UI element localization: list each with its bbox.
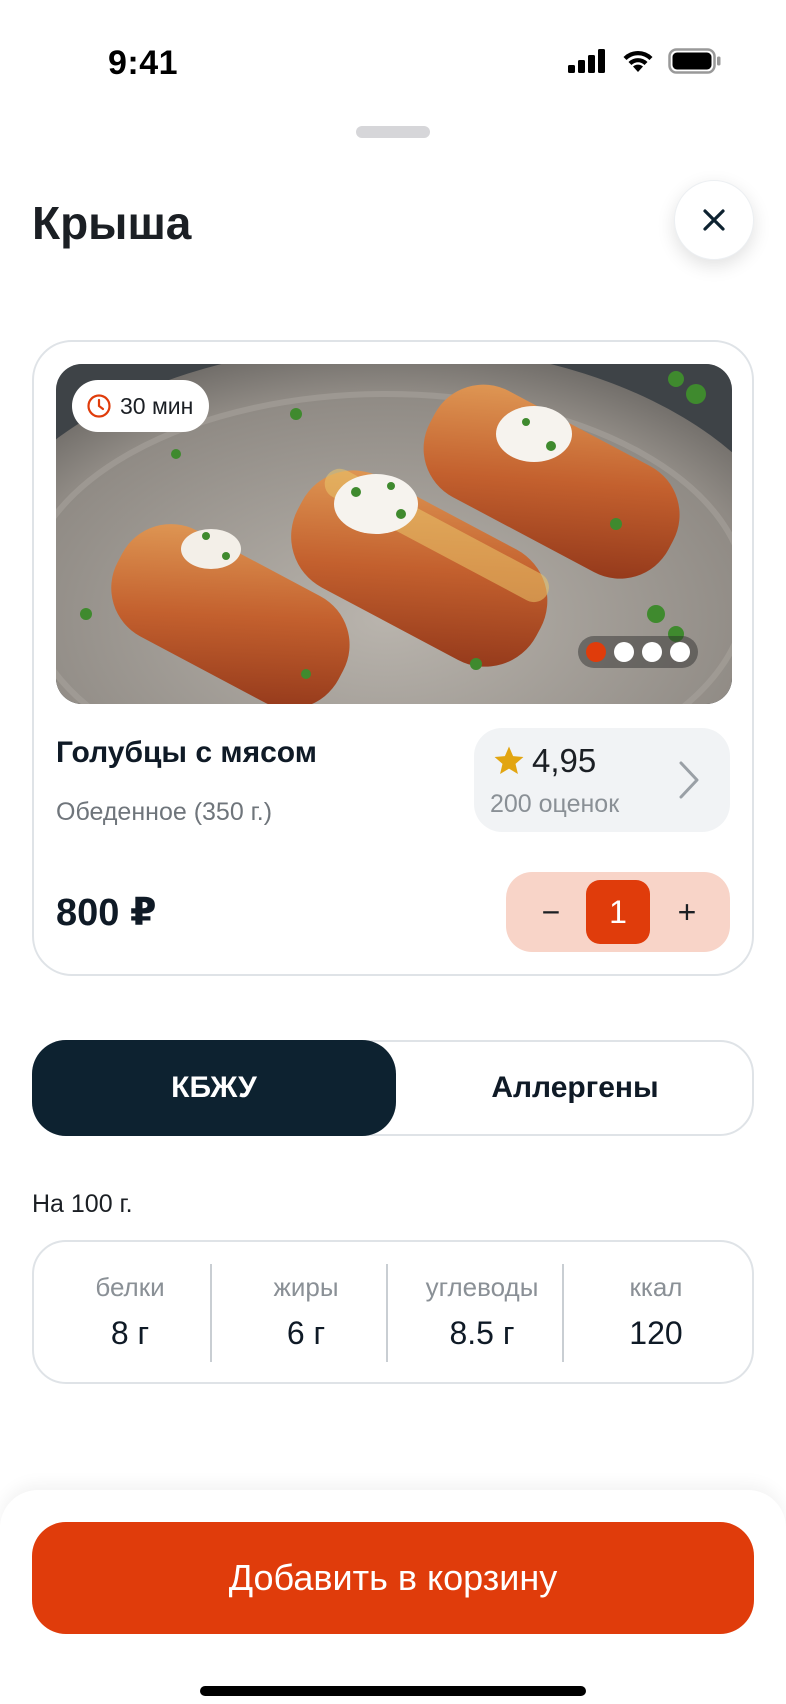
status-icons: [568, 48, 722, 74]
nutrition-label: ккал: [629, 1272, 683, 1302]
divider: [562, 1264, 564, 1362]
dish-name: Голубцы с мясом: [56, 736, 317, 769]
quantity-value: 1: [586, 880, 650, 944]
wifi-icon: [623, 50, 653, 72]
rating-value: 4,95: [532, 742, 597, 779]
nutrition-value: 120: [629, 1315, 683, 1351]
nutrition-label: белки: [95, 1272, 165, 1302]
tab-kbzhu[interactable]: КБЖУ: [32, 1040, 396, 1136]
rating-button[interactable]: 4,95 200 оценок: [474, 728, 730, 832]
bottom-panel: Добавить в корзину: [0, 1490, 786, 1704]
pagination-dot[interactable]: [614, 642, 634, 662]
add-to-cart-button[interactable]: Добавить в корзину: [32, 1522, 754, 1634]
cellular-signal-icon: [568, 49, 605, 73]
nutrition-kcal: ккал 120: [568, 1242, 744, 1382]
nutrition-value: 8.5 г: [449, 1315, 515, 1351]
nutrition-fat: жиры 6 г: [218, 1242, 394, 1382]
tab-allergens[interactable]: Аллергены: [394, 1040, 756, 1136]
pagination-dot[interactable]: [670, 642, 690, 662]
product-card: 30 мин Голубцы с мясом Обеденное (350 г.…: [32, 340, 754, 976]
clock-icon: [87, 394, 111, 418]
nutrition-value: 8 г: [110, 1315, 150, 1351]
close-icon: [703, 209, 725, 231]
nutrition-label: жиры: [273, 1272, 339, 1302]
quantity-stepper: − 1 +: [506, 872, 730, 952]
nutrition-carbs: углеводы 8.5 г: [394, 1242, 570, 1382]
battery-icon: [668, 48, 721, 74]
status-bar: 9:41: [0, 0, 786, 130]
status-time: 9:41: [108, 44, 179, 82]
cooking-time-badge: 30 мин: [72, 380, 210, 432]
pagination-dot[interactable]: [642, 642, 662, 662]
close-button[interactable]: [674, 180, 754, 260]
rating-value-row: 4,95: [492, 742, 596, 780]
chevron-right-icon: [679, 761, 699, 799]
divider: [386, 1264, 388, 1362]
nutrition-protein: белки 8 г: [42, 1242, 218, 1382]
nutrition-label: углеводы: [425, 1272, 539, 1302]
rating-count: 200 оценок: [490, 790, 620, 818]
photo-pagination[interactable]: [578, 636, 698, 668]
nutrition-table: белки 8 г жиры 6 г углеводы 8.5 г ккал 1…: [32, 1240, 754, 1384]
pagination-dot[interactable]: [586, 642, 606, 662]
nutrition-caption: На 100 г.: [32, 1190, 133, 1218]
product-photo[interactable]: 30 мин: [56, 364, 732, 704]
nutrition-value: 6 г: [286, 1315, 326, 1351]
star-icon: [494, 746, 524, 775]
increase-button[interactable]: +: [662, 872, 712, 952]
price: 800 ₽: [56, 892, 157, 934]
cooking-time-text: 30 мин: [120, 392, 194, 419]
sheet-grabber[interactable]: [356, 126, 430, 138]
info-tabs: КБЖУ Аллергены: [32, 1040, 754, 1136]
decrease-button[interactable]: −: [526, 872, 576, 952]
dish-portion: Обеденное (350 г.): [56, 798, 273, 826]
divider: [210, 1264, 212, 1362]
page-title: Крыша: [32, 197, 192, 249]
home-indicator[interactable]: [200, 1686, 586, 1696]
